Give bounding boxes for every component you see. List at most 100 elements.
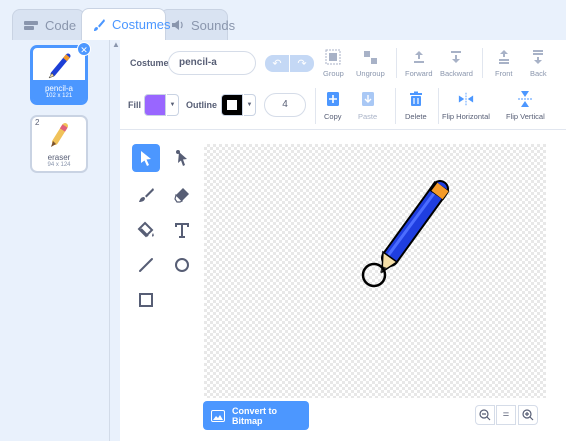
reshape-tool[interactable] — [168, 144, 196, 172]
front-button[interactable]: Front — [495, 49, 513, 78]
back-button[interactable]: Back — [530, 49, 547, 78]
rectangle-tool[interactable] — [132, 286, 160, 314]
paste-button[interactable]: Paste — [358, 90, 377, 121]
outline-inner — [227, 100, 237, 110]
code-blocks-icon — [23, 19, 39, 31]
fill-color-swatch[interactable] — [144, 94, 166, 116]
fill-dropdown-icon[interactable]: ▼ — [167, 94, 179, 116]
outline-dropdown-icon[interactable]: ▼ — [244, 94, 256, 116]
flip-horizontal-button[interactable]: Flip Horizontal — [442, 90, 490, 121]
zoom-in-button[interactable] — [518, 405, 538, 425]
flip-horizontal-label: Flip Horizontal — [442, 112, 490, 121]
costume-list: 1 pencil-a 102 x 121 ✕ 2 eraser 94 x 124 — [0, 40, 110, 441]
group-button[interactable]: Group — [323, 49, 344, 78]
costume-size: 102 x 121 — [45, 93, 73, 99]
delete-button[interactable]: Delete — [405, 90, 427, 121]
circle-icon — [175, 258, 189, 272]
line-tool[interactable] — [132, 251, 160, 279]
group-icon — [325, 49, 341, 65]
separator — [315, 88, 316, 124]
toolbar-row-bottom: Fill ▼ Outline ▼ 4 Copy Paste Delete Fli… — [120, 84, 566, 130]
fill-label: Fill — [128, 100, 141, 110]
outline-color-swatch[interactable] — [221, 94, 243, 116]
editor-tabs: Code Sounds Costumes — [0, 0, 566, 40]
brush-tool[interactable] — [132, 181, 160, 209]
select-tool[interactable] — [132, 144, 160, 172]
zoom-in-icon — [522, 409, 534, 421]
paint-brush-icon — [139, 188, 154, 202]
eraser-icon — [174, 188, 189, 203]
outline-label: Outline — [186, 100, 217, 110]
ungroup-button[interactable]: Ungroup — [356, 49, 385, 78]
line-icon — [139, 258, 153, 272]
speaker-icon — [171, 19, 185, 31]
forward-icon — [411, 49, 427, 65]
costume-item-eraser[interactable]: 2 eraser 94 x 124 — [30, 115, 88, 173]
reshape-icon — [176, 150, 187, 166]
tab-sounds-label: Sounds — [191, 17, 236, 33]
stroke-width-input[interactable]: 4 — [264, 93, 306, 117]
backward-icon — [448, 49, 464, 65]
costume-size: 94 x 124 — [47, 162, 71, 168]
drawing-canvas[interactable] — [204, 144, 546, 398]
redo-button[interactable]: ↷ — [290, 55, 314, 72]
select-arrow-icon — [141, 151, 151, 166]
costume-name: eraser — [47, 153, 71, 162]
costume-name: pencil-a — [44, 84, 73, 93]
scroll-up-icon[interactable]: ▲ — [112, 40, 120, 52]
zoom-out-button[interactable] — [475, 405, 495, 425]
copy-icon — [325, 90, 341, 108]
text-tool[interactable] — [168, 216, 196, 244]
group-label: Group — [323, 69, 344, 78]
forward-label: Forward — [405, 69, 433, 78]
rectangle-icon — [139, 293, 153, 307]
brush-icon — [92, 18, 106, 32]
ungroup-label: Ungroup — [356, 69, 385, 78]
undo-button[interactable]: ↶ — [265, 55, 289, 72]
convert-to-bitmap-label: Convert to Bitmap — [232, 405, 277, 426]
redo-icon: ↷ — [297, 58, 307, 70]
costume-label: Costume — [130, 58, 169, 68]
tab-costumes-label: Costumes — [112, 17, 171, 32]
paint-bucket-icon — [137, 221, 154, 238]
separator — [438, 88, 439, 124]
tab-costumes[interactable]: Costumes — [81, 8, 171, 40]
delete-label: Delete — [405, 112, 427, 121]
paste-label: Paste — [358, 112, 378, 121]
pencil-thumbnail — [33, 52, 85, 82]
separator — [395, 88, 396, 124]
ungroup-icon — [362, 49, 378, 65]
front-icon — [496, 49, 512, 65]
paste-icon — [360, 90, 376, 108]
tab-code-label: Code — [45, 17, 77, 33]
costume-item-pencil-a[interactable]: 1 pencil-a 102 x 121 ✕ — [30, 42, 91, 105]
zoom-reset-button[interactable]: = — [496, 405, 516, 425]
paint-editor: Costume pencil-a ↶ ↷ Group Ungroup Forwa… — [120, 40, 566, 441]
backward-label: Backward — [440, 69, 473, 78]
flip-vertical-icon — [517, 90, 533, 108]
backward-button[interactable]: Backward — [440, 49, 473, 78]
convert-to-bitmap-button[interactable]: Convert to Bitmap — [203, 401, 309, 430]
copy-label: Copy — [324, 112, 342, 121]
delete-costume-icon[interactable]: ✕ — [77, 42, 91, 56]
image-icon — [211, 409, 225, 422]
separator — [482, 48, 483, 78]
eraser-tool[interactable] — [168, 181, 196, 209]
zoom-out-icon — [479, 409, 491, 421]
zoom-reset-label: = — [502, 409, 510, 421]
forward-button[interactable]: Forward — [405, 49, 433, 78]
text-icon — [175, 223, 189, 238]
flip-vertical-button[interactable]: Flip Vertical — [506, 90, 545, 121]
tab-code[interactable]: Code — [12, 9, 85, 40]
trash-icon — [408, 90, 424, 108]
circle-tool[interactable] — [168, 251, 196, 279]
costume-name-input[interactable]: pencil-a — [168, 51, 256, 75]
flip-horizontal-icon — [458, 90, 474, 108]
fill-tool[interactable] — [132, 216, 160, 244]
separator — [396, 48, 397, 78]
copy-button[interactable]: Copy — [324, 90, 342, 121]
flip-vertical-label: Flip Vertical — [506, 112, 545, 121]
eraser-thumbnail — [32, 121, 86, 151]
front-label: Front — [495, 69, 513, 78]
back-label: Back — [530, 69, 547, 78]
